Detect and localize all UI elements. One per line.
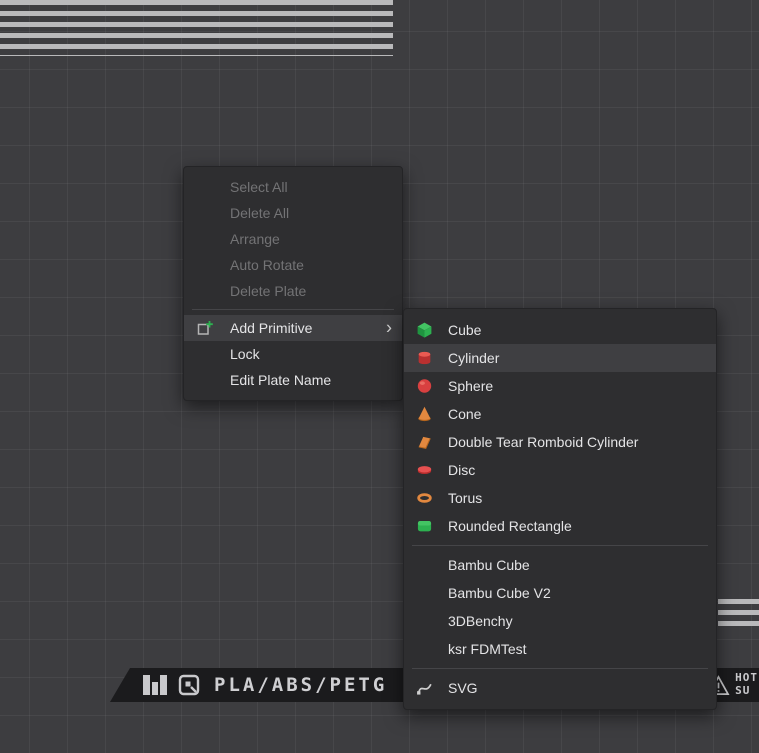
menu-item-delete-plate: Delete Plate xyxy=(184,278,402,304)
submenu-item-label: Cone xyxy=(448,406,481,422)
romboid-cylinder-icon xyxy=(416,434,433,451)
disc-icon xyxy=(416,462,433,479)
submenu-item-rounded-rectangle[interactable]: Rounded Rectangle xyxy=(404,512,716,540)
plate-stripe-markings-left xyxy=(0,0,393,56)
submenu-item-label: Sphere xyxy=(448,378,493,394)
bambulab-logo-icon xyxy=(142,674,168,696)
submenu-item-label: Double Tear Romboid Cylinder xyxy=(448,434,638,450)
torus-icon xyxy=(416,490,433,507)
submenu-item-disc[interactable]: Disc xyxy=(404,456,716,484)
submenu-item-torus[interactable]: Torus xyxy=(404,484,716,512)
cylinder-icon xyxy=(416,350,433,367)
submenu-item-double-tear-romboid-cylinder[interactable]: Double Tear Romboid Cylinder xyxy=(404,428,716,456)
menu-item-arrange: Arrange xyxy=(184,226,402,252)
submenu-item-cylinder[interactable]: Cylinder xyxy=(404,344,716,372)
hot-surface-warning-text: HOT SU xyxy=(735,672,758,697)
submenu-item-label: Torus xyxy=(448,490,482,506)
submenu-item-bambu-cube[interactable]: Bambu Cube xyxy=(404,551,716,579)
submenu-item-label: Cylinder xyxy=(448,350,499,366)
menu-item-edit-plate-name[interactable]: Edit Plate Name xyxy=(184,367,402,393)
menu-separator xyxy=(412,668,708,669)
plate-material-label: PLA/ABS/PETG xyxy=(214,674,387,696)
cone-icon xyxy=(416,406,433,423)
plate-stripe-markings-right xyxy=(718,599,759,627)
menu-separator xyxy=(192,309,394,310)
sphere-icon xyxy=(416,378,433,395)
submenu-item-bambu-cube-v2[interactable]: Bambu Cube V2 xyxy=(404,579,716,607)
add-primitive-icon xyxy=(196,320,214,337)
context-menu: Select All Delete All Arrange Auto Rotat… xyxy=(183,166,403,401)
add-primitive-submenu: Cube Cylinder Sphere Cone Double Tear Ro… xyxy=(403,308,717,710)
plate-marker-icon xyxy=(178,674,200,696)
menu-item-auto-rotate: Auto Rotate xyxy=(184,252,402,278)
submenu-item-svg[interactable]: SVG xyxy=(404,674,716,702)
menu-separator xyxy=(412,545,708,546)
submenu-item-label: Rounded Rectangle xyxy=(448,518,572,534)
menu-item-label: Add Primitive xyxy=(230,320,312,336)
cube-icon xyxy=(416,322,433,339)
menu-item-delete-all: Delete All xyxy=(184,200,402,226)
rounded-rectangle-icon xyxy=(416,518,433,535)
submenu-chevron-icon: › xyxy=(386,319,392,337)
menu-item-add-primitive[interactable]: Add Primitive › xyxy=(184,315,402,341)
submenu-item-3dbenchy[interactable]: 3DBenchy xyxy=(404,607,716,635)
submenu-item-sphere[interactable]: Sphere xyxy=(404,372,716,400)
submenu-item-label: Disc xyxy=(448,462,475,478)
submenu-item-ksr-fdmtest[interactable]: ksr FDMTest xyxy=(404,635,716,663)
menu-item-lock[interactable]: Lock xyxy=(184,341,402,367)
svg-curve-icon xyxy=(416,680,433,697)
submenu-item-cube[interactable]: Cube xyxy=(404,316,716,344)
submenu-item-cone[interactable]: Cone xyxy=(404,400,716,428)
menu-item-select-all: Select All xyxy=(184,174,402,200)
submenu-item-label: SVG xyxy=(448,680,478,696)
submenu-item-label: Cube xyxy=(448,322,481,338)
